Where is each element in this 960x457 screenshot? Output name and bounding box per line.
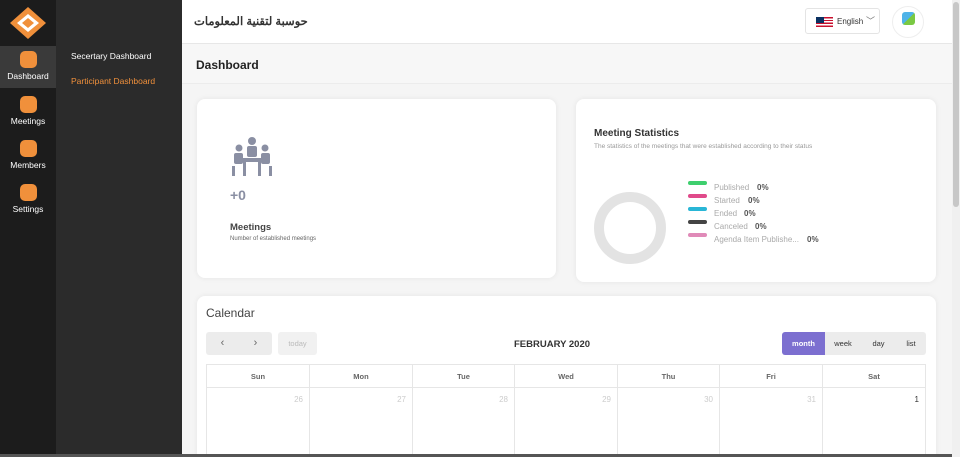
weekday-header: Fri: [719, 364, 823, 388]
weekday-header: Tue: [412, 364, 515, 388]
calendar-day-cell[interactable]: 27: [309, 388, 413, 457]
legend-value: 0%: [807, 235, 819, 244]
icon-rail: Dashboard Meetings Members Settings: [0, 0, 56, 457]
submenu-item-secretary-dashboard[interactable]: Secertary Dashboard: [71, 51, 151, 61]
rail-item-label: Members: [10, 160, 46, 170]
scrollbar-thumb[interactable]: [953, 2, 959, 207]
page-title: Dashboard: [196, 58, 259, 72]
view-list-button[interactable]: list: [896, 332, 926, 355]
rail-item-label: Dashboard: [7, 71, 49, 81]
calendar-day-cell[interactable]: 30: [617, 388, 720, 457]
weekday-header: Sat: [822, 364, 926, 388]
legend-value: 0%: [755, 222, 767, 231]
user-avatar[interactable]: [892, 6, 924, 38]
dashboard-icon: [19, 51, 37, 68]
view-week-button[interactable]: week: [825, 332, 861, 355]
rail-item-label: Settings: [12, 204, 44, 214]
language-label: English: [837, 17, 864, 26]
members-icon: [19, 140, 37, 157]
chevron-down-icon: ﹀: [866, 16, 876, 26]
legend-value: 0%: [748, 196, 760, 205]
view-month-button[interactable]: month: [782, 332, 825, 355]
legend-swatch: [688, 181, 707, 185]
calendar-day-cell[interactable]: 1: [822, 388, 926, 457]
calendar-title: Calendar: [206, 306, 255, 320]
rail-item-label: Meetings: [10, 116, 46, 126]
legend-swatch: [688, 233, 707, 237]
legend-swatch: [688, 207, 707, 211]
weekday-header: Wed: [514, 364, 618, 388]
view-day-button[interactable]: day: [861, 332, 896, 355]
top-header: حوسبة لتقنية المعلومات English ﹀: [182, 0, 952, 44]
page-scrollbar[interactable]: [952, 0, 960, 457]
settings-icon: [19, 184, 37, 201]
legend-value: 0%: [744, 209, 756, 218]
legend-label: Agenda Item Publishe...: [714, 235, 799, 244]
meetings-subtitle: Number of established meetings: [230, 236, 317, 242]
meetings-title: Meetings: [230, 222, 272, 233]
calendar-day-cell[interactable]: 29: [514, 388, 618, 457]
calendar-day-cell[interactable]: 26: [206, 388, 310, 457]
weekday-header: Thu: [617, 364, 720, 388]
prev-month-button[interactable]: ‹: [206, 332, 239, 355]
submenu-item-participant-dashboard[interactable]: Participant Dashboard: [71, 76, 155, 86]
chevron-right-icon: ›: [253, 337, 258, 349]
legend-label: Ended: [714, 209, 738, 218]
meetings-icon: [19, 96, 37, 113]
company-name: حوسبة لتقنية المعلومات: [194, 16, 308, 28]
calendar-day-cell[interactable]: 28: [412, 388, 515, 457]
rail-item-meetings[interactable]: Meetings: [0, 91, 56, 133]
legend-label: Started: [714, 196, 740, 205]
weekday-header: Mon: [309, 364, 413, 388]
dashboard-submenu: Secertary Dashboard Participant Dashboar…: [56, 0, 182, 457]
status-donut-chart: [594, 192, 666, 264]
weekday-header: Sun: [206, 364, 310, 388]
calendar-day-cell[interactable]: 31: [719, 388, 823, 457]
legend-value: 0%: [757, 183, 769, 192]
legend-label: Published: [714, 183, 750, 192]
calendar-card: Calendar ‹ › today FEBRUARY 2020 month w…: [197, 296, 936, 457]
next-month-button[interactable]: ›: [239, 332, 272, 355]
legend-label: Canceled: [714, 222, 748, 231]
statistics-title: Meeting Statistics: [594, 128, 680, 139]
us-flag-icon: [816, 17, 833, 27]
rail-item-dashboard[interactable]: Dashboard: [0, 46, 56, 88]
legend-swatch: [688, 194, 707, 198]
meetings-card: +0 Meetings Number of established meetin…: [197, 99, 556, 278]
legend-swatch: [688, 220, 707, 224]
rail-item-members[interactable]: Members: [0, 135, 56, 177]
meeting-people-icon: [232, 137, 272, 176]
meeting-statistics-card: Meeting Statistics The statistics of the…: [576, 99, 936, 282]
chevron-left-icon: ‹: [220, 337, 225, 349]
language-selector[interactable]: English ﹀: [805, 8, 880, 34]
today-button[interactable]: today: [278, 332, 317, 355]
rail-item-settings[interactable]: Settings: [0, 179, 56, 221]
meetings-count: +0: [230, 187, 246, 203]
avatar-logo-icon: [902, 12, 915, 25]
page-title-bar: Dashboard: [182, 44, 952, 84]
calendar-month-label: FEBRUARY 2020: [514, 339, 591, 350]
statistics-subtitle: The statistics of the meetings that were…: [594, 143, 813, 150]
app-logo[interactable]: [9, 6, 47, 40]
